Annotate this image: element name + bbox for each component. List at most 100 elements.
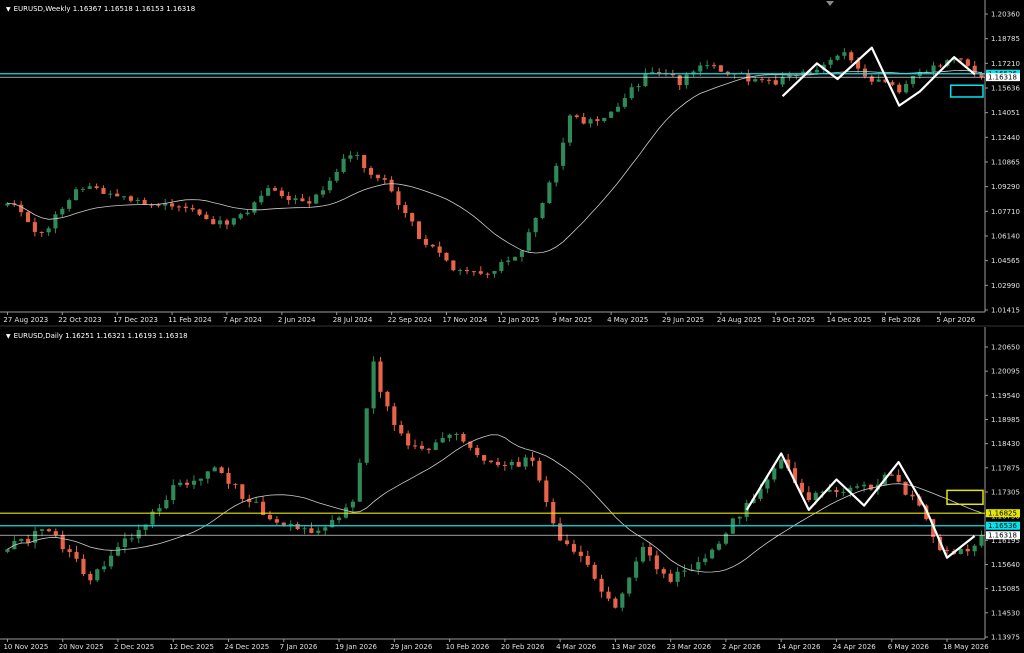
time-tick-label: 2 Jun 2024 (278, 316, 316, 324)
weekly-title-text: EURUSD,Weekly 1.16367 1.16518 1.16153 1.… (13, 5, 196, 13)
candle-body (362, 154, 367, 169)
candle-body (403, 205, 408, 214)
candle-body (433, 442, 438, 450)
daily-chart[interactable]: 1.20650 1.20095 1.19540 1.18985 1.18430 1.178… (0, 327, 1024, 653)
candle-body (176, 206, 181, 208)
time-tick-label: 7 Apr 2024 (223, 316, 262, 324)
time-tick-label: 22 Sep 2024 (388, 316, 433, 324)
candle-body (205, 471, 210, 479)
candle-body (753, 79, 758, 82)
candle-body (355, 154, 360, 156)
candle-body (102, 566, 107, 570)
candle-body (53, 214, 58, 229)
candle-body (492, 270, 497, 274)
price-tick-label: 1.18785 (991, 35, 1020, 43)
candle-body (136, 529, 141, 539)
time-tick-label: 24 Apr 2026 (832, 643, 876, 651)
candle-body (585, 555, 590, 565)
candle-body (744, 502, 749, 517)
candle-body (53, 531, 58, 536)
candle-body (910, 494, 915, 497)
candle-body (849, 52, 854, 61)
candle-body (554, 165, 559, 183)
candle-body (958, 58, 964, 60)
candle-body (142, 199, 147, 205)
time-tick-label: 8 Feb 2026 (882, 316, 922, 324)
time-tick-label: 23 Mar 2026 (667, 643, 712, 651)
candle-body (705, 65, 710, 67)
candle-body (87, 186, 92, 189)
weekly-chart[interactable]: 1.20360 1.18785 1.17210 1.15636 1.14051 1.124… (0, 0, 1024, 326)
time-tick-label: 20 Nov 2025 (59, 643, 104, 651)
candle-body (855, 486, 860, 488)
price-tick-label: 1.20360 (991, 11, 1020, 19)
time-tick-label: 24 Dec 2025 (225, 643, 270, 651)
candle-body (396, 191, 401, 206)
candle-body (121, 196, 127, 198)
candle-body (323, 527, 328, 531)
candle-body (135, 199, 140, 201)
candle-body (336, 517, 342, 520)
candle-body (231, 218, 236, 225)
time-tick-label: 9 Mar 2025 (552, 316, 592, 324)
time-tick-label: 13 Mar 2026 (611, 643, 656, 651)
candle-body (279, 190, 284, 196)
time-tick-label: 28 Jul 2024 (333, 316, 373, 324)
candle-body (716, 543, 722, 550)
candle-body (122, 538, 127, 548)
candle-body (814, 69, 819, 73)
candle-body (650, 72, 655, 74)
candle-body (567, 115, 573, 143)
collapse-triangle-icon[interactable]: ▼ (6, 333, 11, 340)
price-tick-label: 1.12440 (991, 134, 1020, 142)
candle-body (81, 558, 86, 574)
weekly-chart-panel[interactable]: 1.20360 1.18785 1.17210 1.15636 1.14051 1.124… (0, 0, 1024, 326)
candle-body (437, 246, 442, 253)
candle-body (537, 460, 542, 481)
collapse-triangle-icon[interactable]: ▼ (6, 6, 11, 13)
candle-body (88, 573, 93, 581)
candle-body (426, 448, 431, 450)
candle-body (316, 530, 321, 533)
candle-body (419, 445, 425, 449)
candle-body (60, 535, 65, 550)
price-tick-label: 1.09290 (991, 183, 1020, 191)
price-tick-label: 1.15640 (991, 561, 1020, 569)
candle-body (266, 188, 271, 196)
candle-body (465, 270, 470, 272)
candle-body (39, 231, 44, 233)
price-tick-label: 1.14530 (991, 609, 1020, 617)
cyan-target-box (949, 84, 984, 98)
candle-body (718, 65, 723, 72)
time-tick-label: 10 Nov 2025 (3, 643, 48, 651)
candle-body (599, 578, 604, 592)
candle-body (544, 480, 549, 502)
candle-body (410, 213, 415, 222)
chart-shift-marker-icon[interactable] (826, 1, 834, 6)
candle-body (564, 540, 570, 545)
yellow-price-label: 1.16825 (988, 510, 1017, 518)
candle-body (274, 519, 279, 523)
candle-body (862, 68, 868, 77)
candle-body (862, 484, 867, 487)
candles-group (5, 47, 984, 279)
candle-body (25, 212, 31, 223)
candle-body (615, 106, 621, 112)
moving-average-line (7, 434, 982, 573)
candle-body (835, 55, 840, 60)
candle-body (737, 516, 742, 519)
time-tick-label: 11 Feb 2024 (168, 316, 212, 324)
candle-body (129, 538, 134, 540)
price-tick-label: 1.14051 (991, 109, 1020, 117)
candle-body (385, 391, 390, 407)
candle-body (759, 79, 765, 81)
candle-body (191, 480, 197, 485)
candle-body (286, 195, 291, 201)
candle-body (677, 75, 682, 86)
price-tick-label: 1.02990 (991, 282, 1020, 290)
price-tick-label: 1.17305 (991, 489, 1020, 497)
candle-body (178, 482, 183, 486)
candle-body (245, 212, 250, 215)
candle-body (710, 549, 715, 559)
daily-chart-panel[interactable]: 1.20650 1.20095 1.19540 1.18985 1.18430 1.178… (0, 327, 1024, 653)
